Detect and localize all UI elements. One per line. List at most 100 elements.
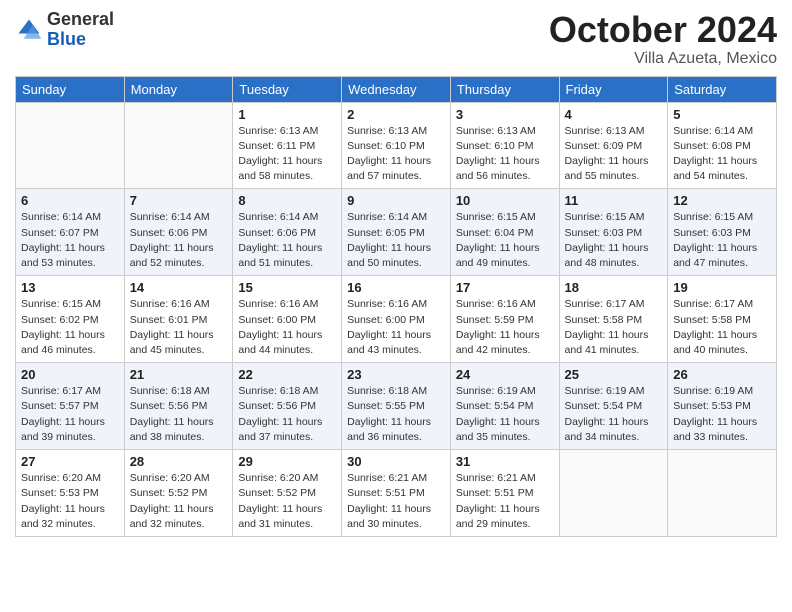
calendar-row-4: 20 Sunrise: 6:17 AMSunset: 5:57 PMDayligh… <box>16 363 777 450</box>
day-number: 20 <box>21 367 119 382</box>
calendar-row-5: 27 Sunrise: 6:20 AMSunset: 5:53 PMDayligh… <box>16 450 777 537</box>
day-number: 1 <box>238 107 336 122</box>
day-info: Sunrise: 6:20 AMSunset: 5:52 PMDaylight:… <box>238 471 336 532</box>
day-info: Sunrise: 6:16 AMSunset: 5:59 PMDaylight:… <box>456 297 554 358</box>
header-friday: Friday <box>559 76 668 102</box>
calendar-row-1: 1 Sunrise: 6:13 AMSunset: 6:11 PMDaylight… <box>16 102 777 189</box>
day-info: Sunrise: 6:19 AMSunset: 5:54 PMDaylight:… <box>565 384 663 445</box>
day-info: Sunrise: 6:16 AMSunset: 6:00 PMDaylight:… <box>238 297 336 358</box>
day-info: Sunrise: 6:14 AMSunset: 6:05 PMDaylight:… <box>347 210 445 271</box>
header-wednesday: Wednesday <box>342 76 451 102</box>
day-number: 11 <box>565 193 663 208</box>
day-info: Sunrise: 6:13 AMSunset: 6:09 PMDaylight:… <box>565 124 663 185</box>
day-number: 30 <box>347 454 445 469</box>
logo-icon <box>15 16 43 44</box>
calendar-cell: 19Sunrise: 6:17 AMSunset: 5:58 PMDayligh… <box>668 276 777 363</box>
header-thursday: Thursday <box>450 76 559 102</box>
day-number: 4 <box>565 107 663 122</box>
day-number: 14 <box>130 280 228 295</box>
calendar-cell: 13 Sunrise: 6:15 AMSunset: 6:02 PMDayligh… <box>16 276 125 363</box>
title-location: Villa Azueta, Mexico <box>549 50 777 68</box>
calendar-cell: 4 Sunrise: 6:13 AMSunset: 6:09 PMDaylight… <box>559 102 668 189</box>
calendar-cell: 22 Sunrise: 6:18 AMSunset: 5:56 PMDayligh… <box>233 363 342 450</box>
calendar-cell: 7 Sunrise: 6:14 AMSunset: 6:06 PMDaylight… <box>124 189 233 276</box>
day-number: 8 <box>238 193 336 208</box>
day-number: 9 <box>347 193 445 208</box>
header-saturday: Saturday <box>668 76 777 102</box>
calendar-cell: 21 Sunrise: 6:18 AMSunset: 5:56 PMDayligh… <box>124 363 233 450</box>
calendar-cell: 16 Sunrise: 6:16 AMSunset: 6:00 PMDayligh… <box>342 276 451 363</box>
logo: General Blue <box>15 10 114 50</box>
day-info: Sunrise: 6:20 AMSunset: 5:52 PMDaylight:… <box>130 471 228 532</box>
header-tuesday: Tuesday <box>233 76 342 102</box>
logo-text: General Blue <box>47 10 114 50</box>
title-block: October 2024 Villa Azueta, Mexico <box>549 10 777 68</box>
calendar-cell: 8 Sunrise: 6:14 AMSunset: 6:06 PMDaylight… <box>233 189 342 276</box>
header-monday: Monday <box>124 76 233 102</box>
calendar-cell <box>16 102 125 189</box>
day-info: Sunrise: 6:21 AMSunset: 5:51 PMDaylight:… <box>456 471 554 532</box>
day-info: Sunrise: 6:19 AMSunset: 5:53 PMDaylight:… <box>673 384 771 445</box>
day-info: Sunrise: 6:17 AMSunset: 5:57 PMDaylight:… <box>21 384 119 445</box>
day-info: Sunrise: 6:18 AMSunset: 5:56 PMDaylight:… <box>130 384 228 445</box>
day-info: Sunrise: 6:18 AMSunset: 5:56 PMDaylight:… <box>238 384 336 445</box>
calendar-cell: 26 Sunrise: 6:19 AMSunset: 5:53 PMDayligh… <box>668 363 777 450</box>
day-info: Sunrise: 6:15 AMSunset: 6:02 PMDaylight:… <box>21 297 119 358</box>
day-info: Sunrise: 6:19 AMSunset: 5:54 PMDaylight:… <box>456 384 554 445</box>
day-info: Sunrise: 6:17 AMSunset: 5:58 PMDaylight:… <box>673 297 771 358</box>
calendar-table: Sunday Monday Tuesday Wednesday Thursday… <box>15 76 777 537</box>
calendar-cell <box>124 102 233 189</box>
header-sunday: Sunday <box>16 76 125 102</box>
calendar-cell: 14 Sunrise: 6:16 AMSunset: 6:01 PMDayligh… <box>124 276 233 363</box>
day-info: Sunrise: 6:15 AMSunset: 6:03 PMDaylight:… <box>565 210 663 271</box>
day-number: 15 <box>238 280 336 295</box>
day-info: Sunrise: 6:16 AMSunset: 6:00 PMDaylight:… <box>347 297 445 358</box>
calendar-cell: 30Sunrise: 6:21 AMSunset: 5:51 PMDayligh… <box>342 450 451 537</box>
page: General Blue October 2024 Villa Azueta, … <box>0 0 792 612</box>
header: General Blue October 2024 Villa Azueta, … <box>15 10 777 68</box>
day-info: Sunrise: 6:13 AMSunset: 6:11 PMDaylight:… <box>238 124 336 185</box>
calendar-cell: 25 Sunrise: 6:19 AMSunset: 5:54 PMDayligh… <box>559 363 668 450</box>
weekday-header-row: Sunday Monday Tuesday Wednesday Thursday… <box>16 76 777 102</box>
day-number: 29 <box>238 454 336 469</box>
title-month: October 2024 <box>549 10 777 50</box>
day-number: 3 <box>456 107 554 122</box>
calendar-cell: 31 Sunrise: 6:21 AMSunset: 5:51 PMDayligh… <box>450 450 559 537</box>
day-number: 28 <box>130 454 228 469</box>
calendar-cell: 18Sunrise: 6:17 AMSunset: 5:58 PMDayligh… <box>559 276 668 363</box>
calendar-cell: 28 Sunrise: 6:20 AMSunset: 5:52 PMDayligh… <box>124 450 233 537</box>
day-number: 31 <box>456 454 554 469</box>
day-info: Sunrise: 6:15 AMSunset: 6:03 PMDaylight:… <box>673 210 771 271</box>
day-info: Sunrise: 6:14 AMSunset: 6:06 PMDaylight:… <box>238 210 336 271</box>
day-number: 7 <box>130 193 228 208</box>
day-number: 27 <box>21 454 119 469</box>
logo-general-text: General <box>47 10 114 30</box>
day-number: 21 <box>130 367 228 382</box>
calendar-cell: 17 Sunrise: 6:16 AMSunset: 5:59 PMDayligh… <box>450 276 559 363</box>
calendar-cell: 27 Sunrise: 6:20 AMSunset: 5:53 PMDayligh… <box>16 450 125 537</box>
calendar-cell: 12Sunrise: 6:15 AMSunset: 6:03 PMDayligh… <box>668 189 777 276</box>
day-number: 22 <box>238 367 336 382</box>
calendar-cell: 23 Sunrise: 6:18 AMSunset: 5:55 PMDayligh… <box>342 363 451 450</box>
day-info: Sunrise: 6:13 AMSunset: 6:10 PMDaylight:… <box>456 124 554 185</box>
day-number: 10 <box>456 193 554 208</box>
day-number: 25 <box>565 367 663 382</box>
calendar-cell: 6Sunrise: 6:14 AMSunset: 6:07 PMDaylight… <box>16 189 125 276</box>
day-number: 13 <box>21 280 119 295</box>
day-number: 16 <box>347 280 445 295</box>
calendar-cell: 20 Sunrise: 6:17 AMSunset: 5:57 PMDayligh… <box>16 363 125 450</box>
day-number: 17 <box>456 280 554 295</box>
calendar-cell: 5Sunrise: 6:14 AMSunset: 6:08 PMDaylight… <box>668 102 777 189</box>
day-info: Sunrise: 6:14 AMSunset: 6:06 PMDaylight:… <box>130 210 228 271</box>
day-info: Sunrise: 6:16 AMSunset: 6:01 PMDaylight:… <box>130 297 228 358</box>
day-number: 26 <box>673 367 771 382</box>
calendar-cell <box>668 450 777 537</box>
day-number: 18 <box>565 280 663 295</box>
day-number: 5 <box>673 107 771 122</box>
calendar-row-3: 13 Sunrise: 6:15 AMSunset: 6:02 PMDayligh… <box>16 276 777 363</box>
calendar-cell: 24Sunrise: 6:19 AMSunset: 5:54 PMDayligh… <box>450 363 559 450</box>
day-number: 23 <box>347 367 445 382</box>
day-info: Sunrise: 6:14 AMSunset: 6:07 PMDaylight:… <box>21 210 119 271</box>
day-info: Sunrise: 6:18 AMSunset: 5:55 PMDaylight:… <box>347 384 445 445</box>
day-info: Sunrise: 6:20 AMSunset: 5:53 PMDaylight:… <box>21 471 119 532</box>
